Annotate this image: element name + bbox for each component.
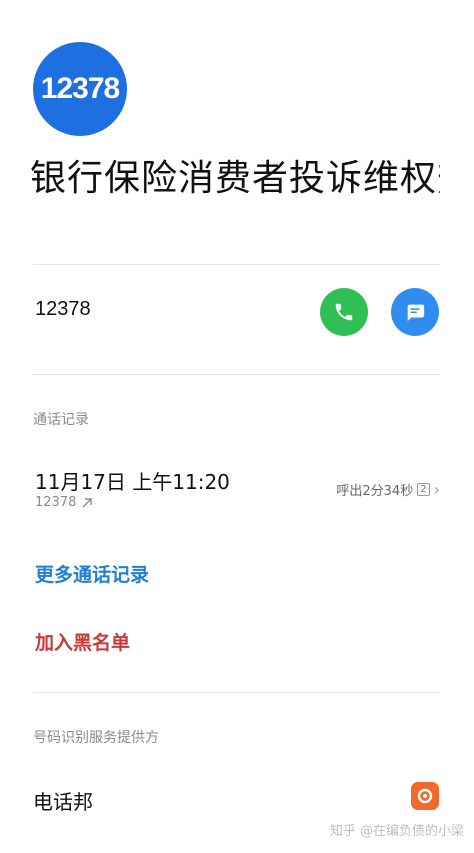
contact-number: 12378: [35, 298, 91, 320]
call-log-label: 通话记录: [33, 412, 89, 428]
chevron-right-icon: ›: [433, 480, 440, 499]
avatar-text: 12378: [40, 72, 120, 105]
call-number: 12378: [35, 495, 77, 510]
sim-badge: 2: [417, 483, 430, 496]
contact-name: 银行保险消费者投诉维权热线: [30, 158, 440, 199]
message-button[interactable]: [391, 288, 439, 336]
add-to-blacklist-button[interactable]: 加入黑名单: [35, 628, 130, 655]
call-number-row: 12378: [35, 495, 94, 510]
watermark: 知乎 @在编负债的小梁: [329, 824, 464, 839]
call-button[interactable]: [320, 288, 368, 336]
divider: [33, 264, 440, 265]
more-call-records-link[interactable]: 更多通话记录: [35, 560, 149, 587]
provider-name: 电话邦: [33, 790, 93, 814]
message-icon: [407, 304, 425, 322]
provider-logo-mark: [417, 788, 433, 804]
outgoing-arrow-icon: [82, 497, 93, 507]
call-status-row: 呼出2分34秒 2 ›: [336, 480, 440, 499]
contact-avatar: 12378: [33, 42, 127, 136]
divider: [33, 374, 440, 375]
call-datetime: 11月17日 上午11:20: [35, 470, 230, 494]
phone-icon: [335, 303, 353, 321]
divider: [33, 692, 440, 693]
provider-label: 号码识别服务提供方: [33, 730, 159, 746]
provider-logo-icon[interactable]: [411, 782, 439, 810]
call-status: 呼出2分34秒: [336, 484, 414, 499]
